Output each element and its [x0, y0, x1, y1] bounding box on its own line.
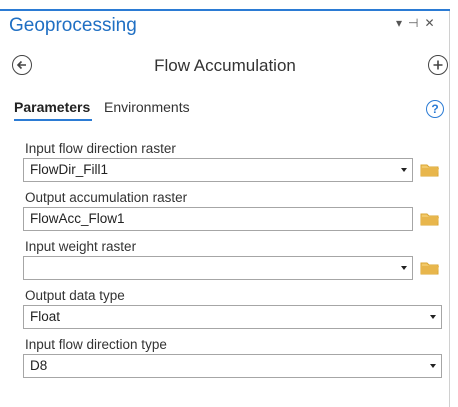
param-label-output-data-type: Output data type	[25, 288, 125, 303]
folder-icon[interactable]	[420, 260, 440, 276]
pane-title: Geoprocessing	[9, 15, 137, 36]
tab-parameters[interactable]: Parameters	[14, 99, 90, 115]
dropdown-value: FlowDir_Fill1	[30, 162, 109, 177]
pin-icon[interactable]: ⊣	[408, 16, 418, 30]
folder-icon[interactable]	[420, 211, 440, 227]
field-value: FlowAcc_Flow1	[30, 211, 125, 226]
output-data-type-dropdown[interactable]: Float	[23, 305, 442, 329]
pane-menu-icon[interactable]: ▾	[396, 16, 402, 30]
plus-icon	[433, 60, 443, 70]
dropdown-value: D8	[30, 358, 48, 373]
param-label-input-flow-direction-type: Input flow direction type	[25, 337, 167, 352]
param-label-output-accumulation-raster: Output accumulation raster	[25, 190, 188, 205]
tab-environments[interactable]: Environments	[104, 99, 190, 115]
close-icon[interactable]: ✕	[424, 16, 434, 30]
add-button[interactable]	[428, 55, 448, 75]
chevron-down-icon	[401, 168, 407, 172]
output-accumulation-raster-input[interactable]: FlowAcc_Flow1	[23, 207, 413, 231]
dropdown-value: Float	[30, 309, 61, 324]
chevron-down-icon	[430, 364, 436, 368]
pane-top-accent	[0, 9, 450, 11]
folder-icon[interactable]	[420, 162, 440, 178]
input-flow-direction-raster-dropdown[interactable]: FlowDir_Fill1	[23, 158, 413, 182]
param-label-input-weight-raster: Input weight raster	[25, 239, 137, 254]
pane-controls: ▾ ⊣ ✕	[396, 16, 435, 30]
active-tab-indicator	[14, 119, 92, 121]
param-label-input-flow-direction-raster: Input flow direction raster	[25, 141, 176, 156]
chevron-down-icon	[401, 266, 407, 270]
input-flow-direction-type-dropdown[interactable]: D8	[23, 354, 442, 378]
input-weight-raster-dropdown[interactable]	[23, 256, 413, 280]
tool-title: Flow Accumulation	[154, 56, 296, 75]
help-icon[interactable]: ?	[426, 100, 444, 118]
chevron-down-icon	[430, 315, 436, 319]
